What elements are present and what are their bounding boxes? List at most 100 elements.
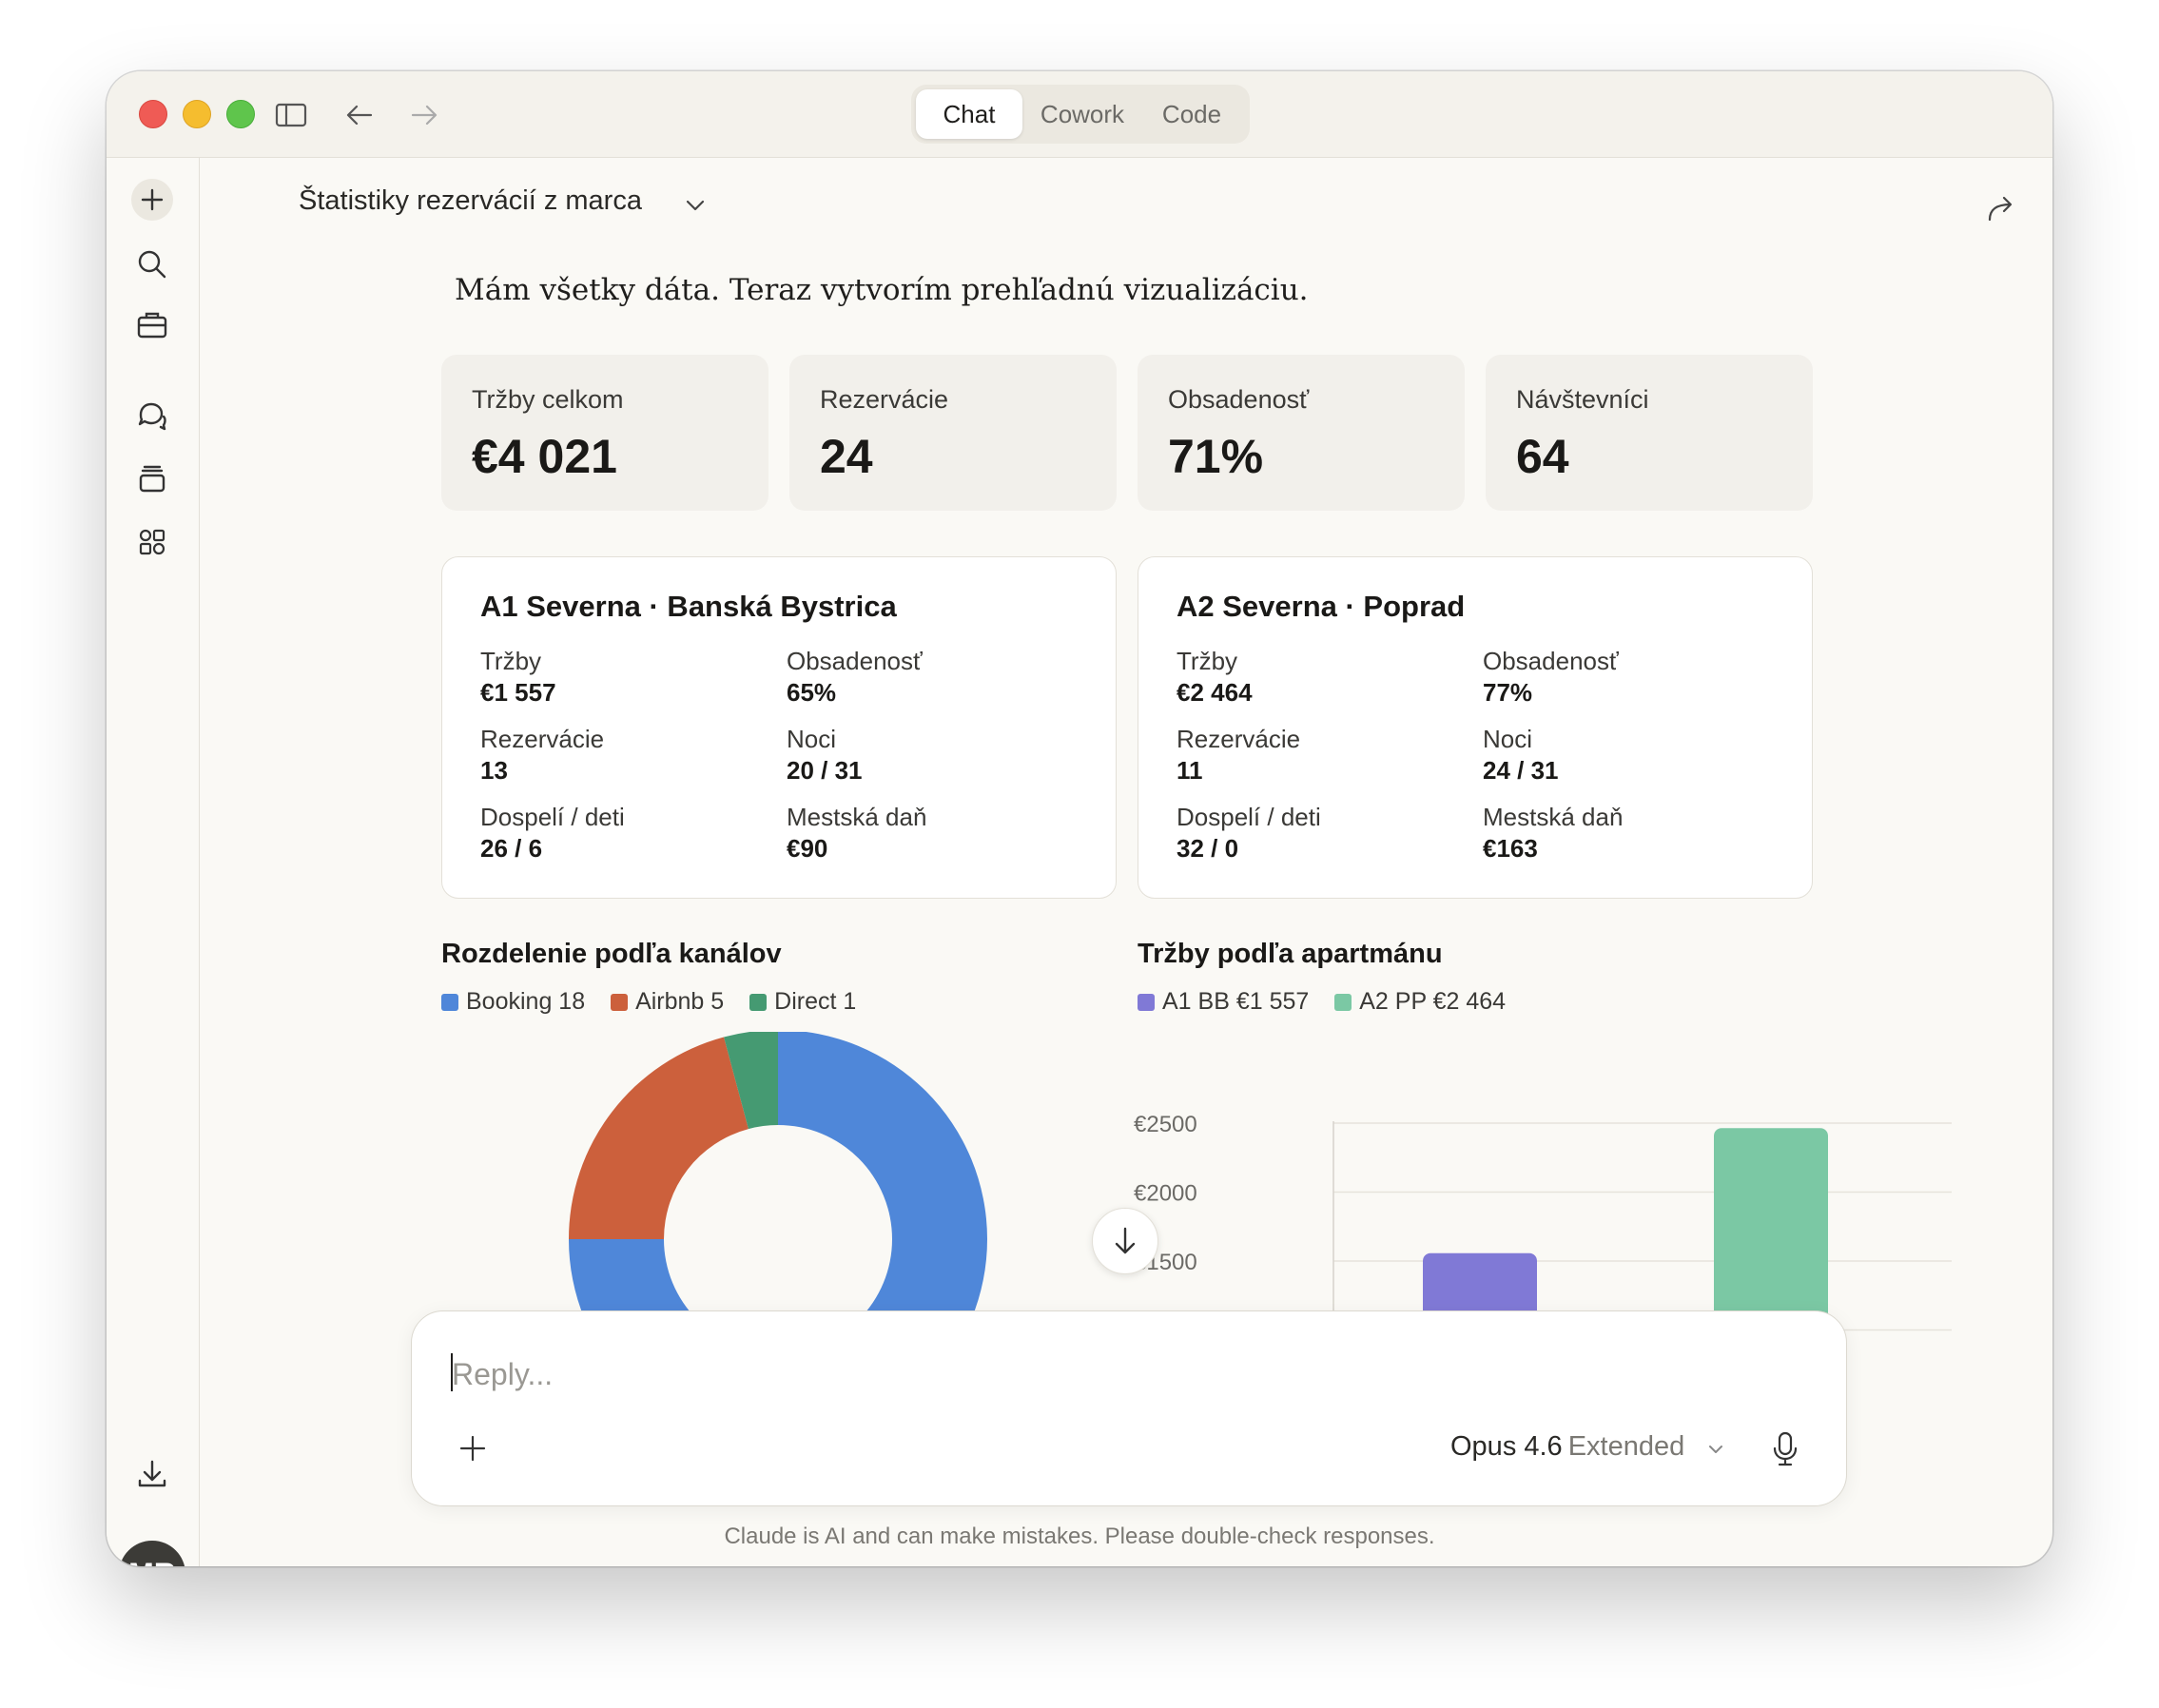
model-name: Opus 4.6 xyxy=(1450,1431,1563,1462)
download-icon[interactable] xyxy=(131,1453,173,1495)
apartment-field: Rezervácie 13 xyxy=(480,723,766,786)
stat-value: 64 xyxy=(1516,430,1569,483)
tab-chat[interactable]: Chat xyxy=(916,89,1022,139)
stat-label: Tržby celkom xyxy=(472,385,624,414)
attach-plus-icon[interactable] xyxy=(454,1429,492,1467)
scroll-to-bottom-button[interactable] xyxy=(1092,1208,1158,1274)
legend-label: A2 PP €2 464 xyxy=(1359,988,1507,1015)
stat-value: 24 xyxy=(820,430,873,483)
apartment-field: Rezervácie 11 xyxy=(1177,723,1462,786)
apartment-field: Dospelí / deti 32 / 0 xyxy=(1177,801,1462,864)
model-mode: Extended xyxy=(1567,1431,1685,1462)
briefcase-icon[interactable] xyxy=(131,304,173,346)
tab-cowork[interactable]: Cowork xyxy=(1027,89,1138,139)
apartment-title: A1 Severna · Banská Bystrica xyxy=(480,590,897,623)
sidebar-toggle-icon[interactable] xyxy=(274,98,308,132)
legend-label: Booking 18 xyxy=(466,988,586,1015)
chevron-down-icon[interactable] xyxy=(1705,1439,1726,1460)
legend-item: Airbnb 5 xyxy=(611,988,724,1016)
donut-slice-airbnb xyxy=(569,1037,749,1239)
apartment-field: Mestská daň €163 xyxy=(1483,801,1768,864)
title-bar: Chat Cowork Code xyxy=(107,71,2052,158)
apartment-card: A2 Severna · Poprad Tržby €2 464 Obsaden… xyxy=(1138,556,1813,899)
legend-swatch xyxy=(611,994,629,1011)
microphone-icon[interactable] xyxy=(1766,1427,1804,1469)
arrow-down-icon xyxy=(1115,1227,1136,1254)
forward-arrow-icon[interactable] xyxy=(407,98,441,132)
field-label: Dospelí / deti xyxy=(480,803,625,831)
field-value: 24 / 31 xyxy=(1483,756,1559,785)
sidebar: MR xyxy=(107,158,200,1566)
app-window: Chat Cowork Code Štatistiky rezervácií z… xyxy=(107,71,2052,1566)
chevron-down-icon[interactable] xyxy=(681,191,710,220)
legend-swatch xyxy=(1138,994,1155,1011)
stat-card: Obsadenosť 71% xyxy=(1138,355,1465,511)
zoom-window-button[interactable] xyxy=(226,100,255,128)
field-label: Dospelí / deti xyxy=(1177,803,1321,831)
field-value: €1 557 xyxy=(480,678,556,707)
stat-label: Rezervácie xyxy=(820,385,949,414)
plus-icon xyxy=(141,188,164,211)
field-label: Noci xyxy=(787,725,837,753)
minimize-window-button[interactable] xyxy=(183,100,211,128)
field-value: 77% xyxy=(1483,678,1533,707)
stat-card: Návštevníci 64 xyxy=(1486,355,1813,511)
apartment-field: Tržby €2 464 xyxy=(1177,645,1462,708)
field-label: Mestská daň xyxy=(1483,803,1624,831)
legend-swatch xyxy=(749,994,768,1011)
disclaimer: Claude is AI and can make mistakes. Plea… xyxy=(724,1524,1435,1549)
chart-legend: A1 BB €1 557 A2 PP €2 464 xyxy=(1138,988,1525,1016)
legend-label: A1 BB €1 557 xyxy=(1162,988,1310,1015)
model-selector[interactable]: Opus 4.6 Extended xyxy=(1450,1431,1684,1463)
share-icon[interactable] xyxy=(1982,189,2020,227)
legend-label: Airbnb 5 xyxy=(635,988,725,1015)
apartment-field: Noci 20 / 31 xyxy=(787,723,1072,786)
apartment-field: Obsadenosť 65% xyxy=(787,645,1072,708)
field-value: €2 464 xyxy=(1177,678,1253,707)
close-window-button[interactable] xyxy=(139,100,167,128)
field-value: 11 xyxy=(1177,756,1203,785)
chart-title: Rozdelenie podľa kanálov xyxy=(441,939,782,969)
back-arrow-icon[interactable] xyxy=(342,98,377,132)
field-value: 32 / 0 xyxy=(1177,834,1239,863)
field-value: €163 xyxy=(1483,834,1538,863)
apartment-title: A2 Severna · Poprad xyxy=(1177,590,1466,623)
stack-icon[interactable] xyxy=(131,458,173,500)
field-label: Obsadenosť xyxy=(787,647,923,675)
legend-item: Direct 1 xyxy=(749,988,856,1016)
new-chat-button[interactable] xyxy=(131,179,173,221)
legend-item: A1 BB €1 557 xyxy=(1138,988,1309,1016)
legend-swatch xyxy=(441,994,458,1011)
apartment-field: Noci 24 / 31 xyxy=(1483,723,1768,786)
field-label: Tržby xyxy=(480,647,542,675)
y-tick-label: €2000 xyxy=(1134,1181,1197,1207)
reply-input[interactable] xyxy=(452,1353,1308,1395)
stat-value: €4 021 xyxy=(472,430,617,483)
apartment-field: Dospelí / deti 26 / 6 xyxy=(480,801,766,864)
shapes-icon[interactable] xyxy=(131,521,173,563)
conversation-title[interactable]: Štatistiky rezervácií z marca xyxy=(299,185,642,217)
stat-label: Návštevníci xyxy=(1516,385,1649,414)
apartment-field: Tržby €1 557 xyxy=(480,645,766,708)
field-value: 65% xyxy=(787,678,837,707)
field-label: Obsadenosť xyxy=(1483,647,1619,675)
legend-label: Direct 1 xyxy=(774,988,857,1015)
apartment-field: Mestská daň €90 xyxy=(787,801,1072,864)
field-value: 20 / 31 xyxy=(787,756,863,785)
field-value: 13 xyxy=(480,756,508,785)
chart-legend: Booking 18 Airbnb 5 Direct 1 xyxy=(441,988,875,1016)
field-value: €90 xyxy=(787,834,828,863)
stat-value: 71% xyxy=(1168,430,1264,483)
field-value: 26 / 6 xyxy=(480,834,543,863)
apartment-field: Obsadenosť 77% xyxy=(1483,645,1768,708)
reply-composer: Opus 4.6Extended xyxy=(411,1310,1847,1506)
field-label: Rezervácie xyxy=(1177,725,1301,753)
chat-bubbles-icon[interactable] xyxy=(131,396,173,437)
mode-switcher: Chat Cowork Code xyxy=(911,85,1250,144)
tab-code[interactable]: Code xyxy=(1139,89,1244,139)
stat-card: Rezervácie 24 xyxy=(789,355,1117,511)
legend-item: A2 PP €2 464 xyxy=(1334,988,1506,1016)
search-icon[interactable] xyxy=(131,243,173,285)
text-caret xyxy=(451,1353,453,1391)
field-label: Noci xyxy=(1483,725,1533,753)
